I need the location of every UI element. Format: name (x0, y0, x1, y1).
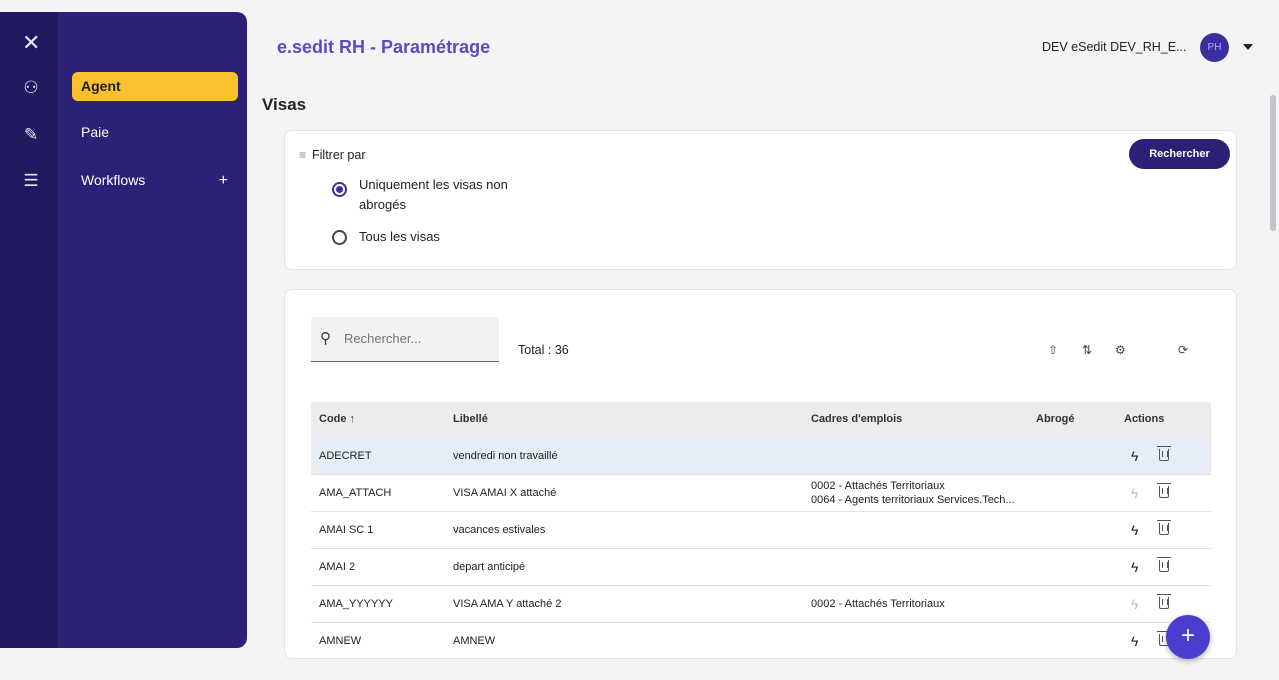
app-title: e.sedit RH - Paramétrage (277, 37, 491, 57)
cell-code: AMA_ATTACH (319, 487, 392, 499)
cell-libelle: VISA AMAI X attaché (453, 487, 557, 499)
radio-label: Uniquement les visas non abrogés (359, 177, 508, 212)
expand-plus-icon[interactable]: + (219, 166, 228, 195)
column-header-code[interactable]: Code ↑ (319, 413, 355, 425)
close-icon[interactable]: ✕ (22, 32, 40, 54)
table-row[interactable]: AMAI SC 1 vacances estivales ϟ (311, 512, 1211, 549)
trash-icon[interactable] (1157, 557, 1171, 572)
filter-header[interactable]: ≡ Filtrer par (299, 148, 366, 162)
lightning-icon[interactable]: ϟ (1131, 559, 1138, 575)
lightning-icon[interactable]: ϟ (1131, 596, 1138, 612)
sidebar-item-paie[interactable]: Paie (72, 118, 238, 147)
total-count: Total : 36 (518, 343, 569, 357)
trash-icon[interactable] (1157, 594, 1171, 609)
table-row[interactable]: AMA_ATTACH VISA AMAI X attaché 0002 - At… (311, 475, 1211, 512)
sidebar-item-workflows[interactable]: Workflows + (72, 166, 238, 195)
cell-libelle: vendredi non travaillé (453, 450, 558, 462)
search-field[interactable]: ⚲ (311, 317, 499, 362)
radio-option-non-abroges[interactable]: Uniquement les visas non abrogés (332, 175, 549, 215)
table-row[interactable]: AMAI 2 depart anticipé ϟ (311, 549, 1211, 586)
lightning-icon[interactable]: ϟ (1131, 633, 1138, 649)
filter-card: ≡ Filtrer par Rechercher Uniquement les v… (284, 130, 1237, 270)
trash-icon[interactable] (1157, 446, 1171, 461)
lightning-icon[interactable]: ϟ (1131, 448, 1138, 464)
avatar[interactable]: PH (1200, 33, 1229, 62)
export-icon[interactable]: ⇧ (1048, 343, 1058, 357)
cell-cadres: 0002 - Attachés Territoriaux 0064 - Agent… (811, 479, 1015, 507)
settings-icon[interactable]: ⚙ (1115, 343, 1126, 357)
lightning-icon[interactable]: ϟ (1131, 522, 1138, 538)
refresh-icon[interactable]: ⟳ (1178, 343, 1188, 357)
cell-cadres: 0002 - Attachés Territoriaux (811, 598, 945, 610)
scrollbar[interactable] (1270, 95, 1276, 231)
table-row[interactable]: AMNEW AMNEW ϟ (311, 623, 1211, 658)
sidebar-rail: ✕ ⚇ ✎ ☰ (0, 12, 58, 648)
filter-icon: ≡ (299, 148, 307, 162)
menu-icon[interactable]: ☰ (22, 172, 40, 190)
cell-libelle: depart anticipé (453, 561, 526, 573)
page-title: Visas (262, 95, 307, 114)
cell-code: AMAI SC 1 (319, 524, 374, 536)
trash-icon[interactable] (1157, 483, 1171, 498)
table-row[interactable]: ADECRET vendredi non travaillé ϟ (311, 438, 1211, 475)
radio-button[interactable] (332, 182, 347, 197)
table-row[interactable]: AMA_YYYYYY VISA AMA Y attaché 2 0002 - A… (311, 586, 1211, 623)
sort-icon[interactable]: ⇅ (1082, 343, 1092, 357)
users-icon[interactable]: ⚇ (22, 79, 40, 97)
cell-code: AMAI 2 (319, 561, 356, 573)
trash-icon[interactable] (1157, 520, 1171, 535)
chevron-down-icon[interactable] (1243, 44, 1253, 50)
add-fab-button[interactable]: + (1166, 615, 1210, 659)
sidebar: ✕ ⚇ ✎ ☰ Agent Paie Workflows + (0, 12, 247, 648)
table-card: ⚲ Total : 36 ⇧ ⇅ ⚙ ⟳ Code ↑ Libellé Cadr… (284, 289, 1237, 659)
edit-icon[interactable]: ✎ (22, 126, 40, 144)
user-name[interactable]: DEV eSedit DEV_RH_E... (1042, 40, 1187, 54)
sidebar-item-agent[interactable]: Agent (72, 72, 238, 101)
column-header-abroge[interactable]: Abrogé (1036, 413, 1075, 425)
column-header-libelle[interactable]: Libellé (453, 413, 488, 425)
column-header-cadres[interactable]: Cadres d'emplois (811, 413, 902, 425)
search-input[interactable] (344, 327, 494, 349)
cell-libelle: AMNEW (453, 635, 496, 647)
radio-button[interactable] (332, 230, 347, 245)
cadre-line: 0002 - Attachés Territoriaux (811, 480, 945, 492)
cell-code: ADECRET (319, 450, 372, 462)
search-icon: ⚲ (320, 330, 331, 347)
radio-label: Tous les visas (359, 229, 440, 244)
cadre-line: 0064 - Agents territoriaux Services.Tech… (811, 494, 1015, 506)
table-header: Code ↑ Libellé Cadres d'emplois Abrogé A… (311, 402, 1211, 438)
sidebar-item-label: Paie (81, 124, 110, 140)
search-button[interactable]: Rechercher (1129, 139, 1230, 169)
cell-code: AMNEW (319, 635, 362, 647)
cell-code: AMA_YYYYYY (319, 598, 393, 610)
lightning-icon[interactable]: ϟ (1131, 485, 1138, 501)
filter-label: Filtrer par (312, 148, 366, 162)
cell-libelle: VISA AMA Y attaché 2 (453, 598, 562, 610)
radio-option-tous[interactable]: Tous les visas (332, 227, 549, 247)
sidebar-item-label: Agent (81, 78, 121, 94)
cell-libelle: vacances estivales (453, 524, 546, 536)
column-header-actions: Actions (1124, 413, 1165, 425)
sidebar-item-label: Workflows (81, 172, 146, 188)
